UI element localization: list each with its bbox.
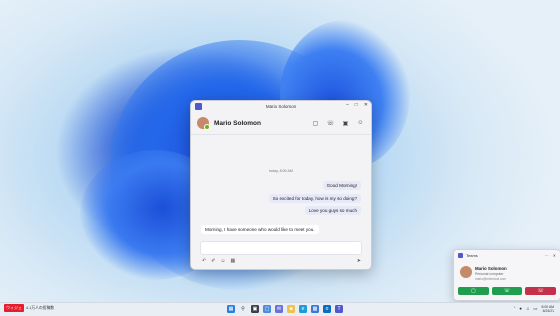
close-icon[interactable]: ✕ (553, 253, 556, 258)
chevron-up-icon[interactable]: ˆ (514, 306, 516, 311)
more-options-icon[interactable]: ⋯ (545, 253, 549, 258)
accept-audio-button[interactable]: ☏ (491, 287, 523, 295)
widgets-news-badge[interactable]: ウィジェ 4.1万人の投稿数 (4, 304, 54, 312)
teams-icon (458, 253, 463, 258)
message-bubble-in: Morning, I have someone who would like t… (201, 225, 319, 234)
volume-icon[interactable]: ♫ (526, 306, 529, 311)
widgets-icon[interactable]: ▢ (263, 304, 271, 313)
system-tray: ˆ ● ♫ ▭ 8:00 AM 6/24/21 (514, 303, 554, 314)
decline-call-button[interactable]: ☏ (525, 287, 557, 295)
audio-call-icon: ☏ (503, 288, 511, 294)
teams-chat-window[interactable]: Mario Solomon – □ ✕ Mario Solomon ▢ ☏ ▣ … (190, 100, 372, 270)
presence-indicator (204, 124, 210, 130)
window-title: Mario Solomon (265, 104, 297, 109)
store-icon[interactable]: ▩ (311, 304, 319, 313)
edge-icon[interactable]: e (299, 304, 307, 313)
compose-toolbar: ↶ ✐ ☺ ▦ ➤ (202, 256, 361, 265)
battery-icon[interactable]: ▭ (533, 306, 537, 312)
taskbar-pinned-apps: ▦ ⚲ ▣ ▢ ✉ ■ e ▩ o T (227, 303, 343, 314)
teams-chat-icon[interactable]: ✉ (275, 304, 283, 313)
widgets-text: 4.1万人の投稿数 (26, 305, 55, 310)
incoming-call-notification[interactable]: Teams ⋯ ✕ Mario Solomon Personal compute… (453, 249, 560, 301)
clock-date: 6/24/21 (542, 308, 554, 313)
avatar[interactable] (197, 117, 210, 130)
video-call-icon[interactable]: ▢ (311, 119, 320, 127)
caller-subtitle: Personal computer (475, 272, 504, 276)
search-icon[interactable]: ⚲ (239, 304, 247, 313)
message-bubble-out: So excited for today, how is my so doing… (268, 194, 361, 203)
format-icon[interactable]: ↶ (202, 258, 206, 264)
gif-icon[interactable]: ▦ (231, 258, 236, 264)
outlook-icon[interactable]: o (323, 304, 331, 313)
chat-header: Mario Solomon ▢ ☏ ▣ ☺ (191, 112, 371, 135)
task-view-icon[interactable]: ▣ (251, 304, 259, 313)
windows-start-icon[interactable]: ▦ (227, 304, 235, 313)
audio-call-icon[interactable]: ☏ (326, 119, 335, 127)
message-bubble-out: Good Morning! (322, 181, 361, 190)
contact-name: Mario Solomon (214, 119, 261, 127)
close-button[interactable]: ✕ (364, 102, 368, 108)
teams-icon[interactable]: T (335, 304, 343, 313)
message-timestamp: today, 8:00 AM (269, 169, 293, 173)
clock[interactable]: 8:00 AM 6/24/21 (542, 305, 554, 313)
people-icon[interactable]: ☺ (356, 119, 365, 127)
avatar (460, 266, 472, 278)
minimize-button[interactable]: – (346, 102, 349, 108)
send-icon[interactable]: ➤ (357, 258, 361, 264)
file-explorer-icon[interactable]: ■ (287, 304, 295, 313)
message-bubble-out: Love you guys so much (304, 206, 361, 215)
caller-detail: mario@relecloud.com (475, 277, 507, 281)
wifi-icon[interactable]: ● (519, 306, 522, 311)
video-call-icon: ▢ (470, 288, 476, 294)
accept-video-button[interactable]: ▢ (458, 287, 489, 295)
maximize-button[interactable]: □ (355, 102, 358, 108)
widgets-tag: ウィジェ (4, 304, 24, 312)
emoji-icon[interactable]: ☺ (220, 258, 225, 264)
compose-message-input[interactable] (200, 241, 362, 255)
attach-icon[interactable]: ✐ (211, 258, 215, 264)
notification-app-name: Teams (466, 253, 478, 258)
screen-share-icon[interactable]: ▣ (341, 119, 350, 127)
title-bar[interactable]: Mario Solomon – □ ✕ (191, 101, 371, 112)
caller-name: Mario Solomon (475, 266, 507, 271)
hang-up-icon: ☏ (537, 288, 544, 294)
